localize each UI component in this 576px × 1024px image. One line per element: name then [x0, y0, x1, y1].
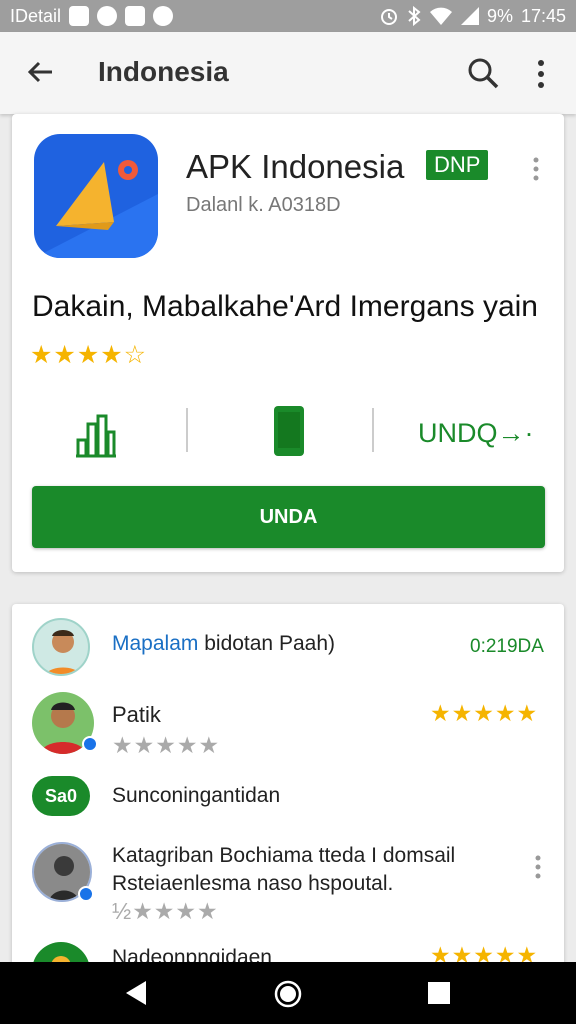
review-meta: 0:219DA [470, 636, 544, 657]
review-stars: ★★★★★ [112, 732, 221, 758]
verified-badge-icon [82, 736, 98, 752]
app-name: APK Indonesia [186, 148, 405, 185]
more-vert-icon[interactable] [530, 156, 542, 182]
system-nav-bar [0, 962, 576, 1024]
action-row: UNDQ→· [12, 404, 564, 464]
green-pill-badge: Sa0 [32, 776, 90, 816]
notification-icon [97, 6, 118, 26]
clock: 17:45 [520, 5, 566, 26]
app-icon [34, 134, 158, 258]
verified-badge-icon [78, 886, 94, 902]
action-link[interactable]: UNDQ→· [418, 418, 534, 449]
nav-home-icon[interactable] [274, 980, 302, 1008]
install-button[interactable]: UNDA [32, 486, 545, 548]
notification-icon [153, 6, 174, 26]
wifi-icon [429, 7, 452, 25]
review-star-prefix: ½ [112, 898, 133, 924]
divider [372, 408, 374, 452]
avatar [32, 618, 90, 676]
nav-back-icon[interactable] [124, 980, 148, 1006]
rating-stars: ★★★★☆ [30, 341, 148, 369]
battery-text: 9% [486, 5, 513, 26]
nav-recents-icon[interactable] [428, 982, 450, 1004]
list-item[interactable]: Sa0 Sunconingantidan [12, 772, 564, 816]
review-stars: ★★★★★ [430, 700, 539, 726]
status-bar: IDetail 9% 17:45 [0, 0, 576, 32]
list-item[interactable]: Katagriban Bochiama tteda I domsail Rste… [12, 840, 564, 924]
signal-icon [460, 7, 479, 25]
page-title: Indonesia [98, 56, 229, 87]
more-vert-icon[interactable] [532, 854, 544, 880]
app-badge: DNP [426, 150, 489, 180]
more-vert-icon[interactable] [530, 58, 552, 90]
notification-icon [69, 6, 90, 26]
reviewer-name: Patik [112, 702, 161, 727]
divider [186, 408, 188, 452]
app-bar: Indonesia [0, 32, 576, 114]
search-icon[interactable] [466, 56, 500, 90]
back-arrow-icon[interactable] [24, 56, 56, 88]
reviews-card: Mapalam bidotan Paah) 0:219DA Patik ★★★★… [12, 604, 564, 974]
list-item[interactable]: Mapalam bidotan Paah) 0:219DA [12, 618, 564, 678]
chart-icon[interactable] [74, 410, 118, 458]
review-highlight: Mapalam [112, 632, 199, 655]
bluetooth-icon [408, 6, 421, 26]
review-text-rest: bidotan Paah) [204, 632, 335, 655]
list-item[interactable]: Patik ★★★★★ ★★★★★ [12, 690, 564, 758]
review-line-1: Katagriban Bochiama tteda I domsail [112, 844, 456, 867]
developer-name[interactable]: Dalanl k. A0318D [186, 194, 341, 217]
app-tagline: Dakain, Mabalkahe'Ard Imergans yain [32, 290, 538, 323]
app-detail-card: APK Indonesia DNP Dalanl k. A0318D Dakai… [12, 114, 564, 572]
review-text: Sunconingantidan [112, 784, 281, 807]
review-text: Mapalam bidotan Paah) [112, 632, 335, 656]
status-left-text: IDetail [10, 5, 62, 26]
alarm-icon [380, 9, 397, 25]
review-stars: ½★★★★ [112, 898, 219, 924]
review-line-2: Rsteiaenlesma naso hspoutal. [112, 872, 394, 895]
phone-icon[interactable] [272, 404, 306, 458]
notification-icon [125, 6, 146, 26]
